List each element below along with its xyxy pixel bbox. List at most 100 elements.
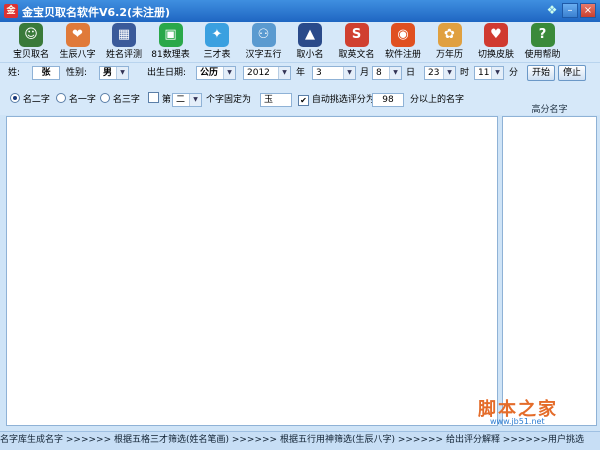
- chevron-down-icon: ▼: [278, 67, 290, 79]
- option-two-label: 名二字: [22, 95, 50, 105]
- surname-input[interactable]: 张: [32, 66, 60, 80]
- score-input[interactable]: 98: [372, 93, 404, 107]
- toolbar-button-1[interactable]: ☺ 宝贝取名: [8, 22, 54, 62]
- toolbar-button-12[interactable]: ? 使用帮助: [520, 22, 566, 62]
- fixed-position-select[interactable]: 二 ▼: [172, 93, 202, 107]
- fixed-char-input[interactable]: 玉: [260, 93, 292, 107]
- grid-icon: ▦: [112, 23, 136, 47]
- status-bar: 名字库生成名字 >>>>>> 根据五格三才筛选(姓名笔画) >>>>>> 根据五…: [0, 431, 600, 450]
- toolbar-label: 宝贝取名: [12, 50, 49, 60]
- toolbar-button-5[interactable]: ✦ 三才表: [194, 22, 240, 62]
- toolbar-button-10[interactable]: ✿ 万年历: [427, 22, 473, 62]
- hour-unit: 时: [460, 68, 470, 78]
- minute-unit: 分: [509, 68, 519, 78]
- chevron-down-icon: ▼: [343, 67, 355, 79]
- window-title: 金宝贝取名软件V6.2(未注册): [22, 6, 171, 19]
- day-value: 8: [376, 68, 382, 78]
- app-icon: 金: [4, 4, 18, 18]
- chevron-down-icon: ▼: [443, 67, 455, 79]
- watermark-url: www.jb51.net: [490, 417, 545, 426]
- hour-select[interactable]: 23 ▼: [424, 66, 456, 80]
- month-unit: 月: [360, 68, 370, 78]
- start-button[interactable]: 开始: [527, 65, 555, 81]
- month-value: 3: [316, 68, 322, 78]
- toolbar-label: 三才表: [203, 50, 231, 60]
- day-select[interactable]: 8 ▼: [372, 66, 402, 80]
- robot-icon: ◉: [391, 23, 415, 47]
- toolbar-label: 取英文名: [338, 50, 375, 60]
- high-score-names-pane[interactable]: [502, 116, 597, 426]
- close-button[interactable]: ×: [580, 3, 596, 18]
- toolbar-label: 81数理表: [151, 50, 190, 60]
- auto-filter-checkbox[interactable]: ✔ 自动挑选评分为: [298, 92, 375, 108]
- month-select[interactable]: 3 ▼: [312, 66, 356, 80]
- auto-filter-label: 自动挑选评分为: [311, 95, 375, 105]
- toolbar-button-9[interactable]: ◉ 软件注册: [380, 22, 426, 62]
- toolbar-label: 软件注册: [384, 50, 421, 60]
- calendar-select[interactable]: 公历 ▼: [196, 66, 236, 80]
- check-icon: ✔: [298, 95, 309, 106]
- fixed-char-label: 个字固定为: [206, 95, 252, 105]
- calendar-value: 公历: [200, 68, 219, 78]
- surname-label: 姓:: [8, 68, 21, 78]
- chevron-down-icon: ▼: [491, 67, 503, 79]
- window-controls: ❖ – ×: [544, 3, 596, 18]
- option-three-label: 名三字: [112, 95, 140, 105]
- checkbox-icon: [148, 92, 159, 103]
- car-icon: ▲: [298, 23, 322, 47]
- radio-icon: [56, 93, 66, 103]
- toolbar-button-8[interactable]: S 取英文名: [334, 22, 380, 62]
- chevron-down-icon: ▼: [116, 67, 128, 79]
- toolbar-label: 姓名评测: [105, 50, 142, 60]
- pin-icon[interactable]: ❖: [544, 3, 560, 18]
- stumble-icon: S: [344, 23, 369, 47]
- fixed-pos-label: 第: [161, 95, 171, 105]
- toolbar-button-4[interactable]: ▣ 81数理表: [148, 22, 194, 62]
- baby-icon: ☺: [19, 23, 43, 47]
- option-two-chars[interactable]: 名二字: [10, 92, 50, 108]
- score-suffix: 分以上的名字: [410, 95, 465, 105]
- toolbar-button-6[interactable]: ⚇ 汉字五行: [241, 22, 287, 62]
- option-one-label: 名一字: [68, 95, 96, 105]
- minimize-button[interactable]: –: [562, 3, 578, 18]
- heart-icon: ❤: [65, 23, 90, 47]
- option-one-char[interactable]: 名一字: [56, 92, 96, 108]
- high-score-header: 高分名字: [531, 105, 568, 115]
- stop-button[interactable]: 停止: [558, 65, 586, 81]
- year-select[interactable]: 2012 ▼: [243, 66, 291, 80]
- title-bar: 金 金宝贝取名软件V6.2(未注册) ❖ – ×: [0, 0, 600, 22]
- toolbar-label: 切换皮肤: [477, 50, 514, 60]
- gender-select[interactable]: 男 ▼: [99, 66, 129, 80]
- toolbar-button-11[interactable]: ♥ 切换皮肤: [473, 22, 519, 62]
- names-list-pane[interactable]: [6, 116, 498, 426]
- year-value: 2012: [247, 68, 270, 78]
- gender-value: 男: [103, 68, 113, 78]
- flower-icon: ✿: [437, 23, 462, 47]
- day-unit: 日: [406, 68, 416, 78]
- chevron-down-icon: ▼: [389, 67, 401, 79]
- minute-select[interactable]: 11 ▼: [474, 66, 504, 80]
- help-icon: ?: [530, 23, 555, 47]
- skin-icon: ♥: [484, 23, 508, 47]
- toolbar-button-3[interactable]: ▦ 姓名评测: [101, 22, 147, 62]
- hour-value: 23: [428, 68, 440, 78]
- chevron-down-icon: ▼: [223, 67, 235, 79]
- toolbar-button-2[interactable]: ❤ 生辰八字: [55, 22, 101, 62]
- toolbar-label: 使用帮助: [524, 50, 561, 60]
- birth-label: 出生日期:: [147, 68, 187, 78]
- year-unit: 年: [296, 68, 306, 78]
- fixed-char-checkbox[interactable]: 第: [148, 92, 171, 108]
- option-three-chars[interactable]: 名三字: [100, 92, 140, 108]
- gender-label: 性别:: [66, 68, 88, 78]
- fixed-position-value: 二: [176, 95, 186, 105]
- toolbar-label: 汉字五行: [245, 50, 282, 60]
- toolbar-label: 万年历: [435, 50, 463, 60]
- people-icon: ⚇: [251, 23, 276, 47]
- chevron-down-icon: ▼: [189, 94, 201, 106]
- minute-value: 11: [478, 68, 490, 78]
- chat-icon: ▣: [158, 23, 183, 47]
- toolbar-button-7[interactable]: ▲ 取小名: [287, 22, 333, 62]
- radio-icon: [100, 93, 110, 103]
- toolbar-label: 取小名: [296, 50, 324, 60]
- radio-icon: [10, 93, 20, 103]
